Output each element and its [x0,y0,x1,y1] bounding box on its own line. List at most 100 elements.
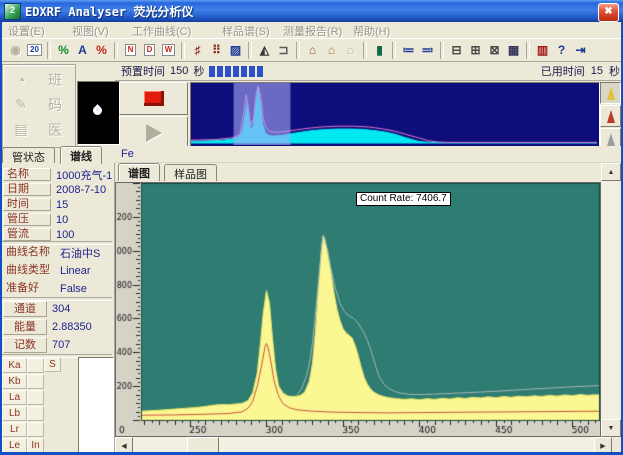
line-element-cell[interactable] [27,422,44,437]
line-label-cell[interactable]: Le [2,438,27,453]
elapsed-time-value: 15 [591,65,603,77]
tab-样品图[interactable]: 样品图 [164,164,217,181]
row-value: 石油中S [55,245,100,261]
preset-time-value: 150 [170,65,188,77]
spectrum-overview[interactable] [190,82,600,148]
exit-icon[interactable]: ⇥ [571,41,590,60]
main-tab-strip: 谱图样品图 [115,163,623,182]
menu-item-视图V[interactable]: 视图(V) [72,23,109,39]
connect-icon: ◉ [6,41,25,60]
elapsed-time-label: 已用时间 [541,63,585,79]
print-icon[interactable]: ⊟ [447,41,466,60]
gain-percent-icon[interactable]: % [54,41,73,60]
line-element-cell[interactable] [27,390,44,405]
line-element-cell[interactable] [27,406,44,421]
line-element-cell[interactable] [27,358,44,373]
row-label: 管流 [3,228,51,241]
shutter-button: 医 [40,117,70,142]
scroll-up-button[interactable]: ▲ [601,163,621,181]
print-setup-icon[interactable]: ⊠ [485,41,504,60]
line-element-cell[interactable]: In [27,438,44,453]
row-value: 10 [51,214,68,226]
spectrum-overview-canvas[interactable] [191,83,597,145]
save-spectrum-icon[interactable]: W [159,41,178,60]
ratio-percent-icon[interactable]: % [92,41,111,60]
row-label: 曲线类型 [3,263,55,279]
line-element-cell[interactable] [27,374,44,389]
toolbar-separator [248,42,252,59]
progress-segment [249,66,255,77]
context-help-icon[interactable]: ? [552,41,571,60]
peak-icon [607,87,615,100]
spectrum-chart-canvas[interactable] [116,183,600,436]
peak-tool-red-button[interactable] [600,105,621,127]
calculator-icon[interactable]: ▦ [504,41,523,60]
curve-info-table: 曲线名称石油中S曲线类型Linear准备好False [0,244,114,298]
sample-info-table: 名称1000充气-1日期2008-7-10时间15管压10管流100 [0,167,114,242]
line-label-cell[interactable]: La [2,390,27,405]
preset-time-icon[interactable]: 20 [25,41,44,60]
cursor-info-table: 通道304能量2.88350记数707 [0,300,114,354]
progress-segment [241,66,247,77]
emission-line-row: Kb [0,373,58,389]
tab-谱图[interactable]: 谱图 [118,163,160,181]
element-library-icon[interactable]: ⌂ [303,41,322,60]
start-measure-button[interactable] [119,116,188,149]
calibrate-grid-icon[interactable]: ♯ [188,41,207,60]
roi-tag-icon[interactable]: ⊐ [274,41,293,60]
scroll-down-button[interactable]: ▼ [601,419,621,437]
stop-icon [144,91,164,106]
left-tab-strip: 管状态谱线 [0,146,115,163]
spectrum-window-icon[interactable]: ▨ [226,41,245,60]
title-bar[interactable]: 2 EDXRF Analyser 荧光分析仪 ✖ [0,0,623,22]
vertical-scrollbar[interactable]: ▲ ▼ [601,163,619,437]
table-row: 时间15 [0,197,114,212]
stop-measure-button[interactable] [119,82,188,115]
element-list-box[interactable] [78,357,114,454]
list-settings-icon[interactable]: ≔ [399,41,418,60]
menu-item-工作曲线C[interactable]: 工作曲线(C) [132,23,191,39]
peak-tool-yellow-button[interactable] [600,82,621,104]
help-book-icon[interactable]: ▥ [533,41,552,60]
row-value: 2.88350 [47,321,92,333]
line-label-cell[interactable]: Lb [2,406,27,421]
element-library-alt-icon[interactable]: ⌂ [322,41,341,60]
preset-time-label: 预置时间 [121,63,165,79]
delete-spectrum-icon[interactable]: D [140,41,159,60]
peak-identify-icon[interactable]: ◭ [255,41,274,60]
horizontal-scrollbar[interactable]: ◀ ▶ [115,437,612,453]
row-value: 304 [47,303,70,315]
line-label-cell[interactable]: Kb [2,374,27,389]
print-preview-icon[interactable]: ⊞ [466,41,485,60]
selected-element-cell[interactable]: S [44,357,61,372]
list-settings-alt-icon[interactable]: ≕ [418,41,437,60]
row-label: 记数 [3,337,47,353]
menu-item-测量报告R[interactable]: 测量报告(R) [283,23,342,39]
smooth-icon[interactable]: ⠿ [207,41,226,60]
detector-icon[interactable]: ▮ [370,41,389,60]
tab-管状态[interactable]: 管状态 [2,147,55,164]
table-row: 日期2008-7-10 [0,182,114,197]
progress-segment [209,66,215,77]
hv-button: 班 [40,67,70,92]
toolbar-separator [440,42,444,59]
progress-segment [225,66,231,77]
menu-item-样品谱S[interactable]: 样品谱(S) [222,23,270,39]
line-label-cell[interactable]: Ka [2,358,27,373]
toolbar-separator [114,42,118,59]
row-label: 准备好 [3,281,55,297]
window-border-left [0,22,2,455]
device-control-group: ◔班✎码▤医 [2,64,76,148]
line-label-cell[interactable]: Lr [2,422,27,437]
new-spectrum-icon[interactable]: N [121,41,140,60]
window-title: EDXRF Analyser 荧光分析仪 [25,3,193,20]
auto-gain-icon[interactable]: A [73,41,92,60]
tab-谱线[interactable]: 谱线 [60,146,102,164]
close-button[interactable]: ✖ [598,3,619,22]
table-row: 管流100 [0,227,114,242]
edit-sample-button: ✎ [6,92,36,117]
play-icon [146,124,162,142]
menu-item-设置E[interactable]: 设置(E) [8,23,45,39]
toolbar-separator [526,42,530,59]
menu-item-帮助H[interactable]: 帮助(H) [353,23,390,39]
